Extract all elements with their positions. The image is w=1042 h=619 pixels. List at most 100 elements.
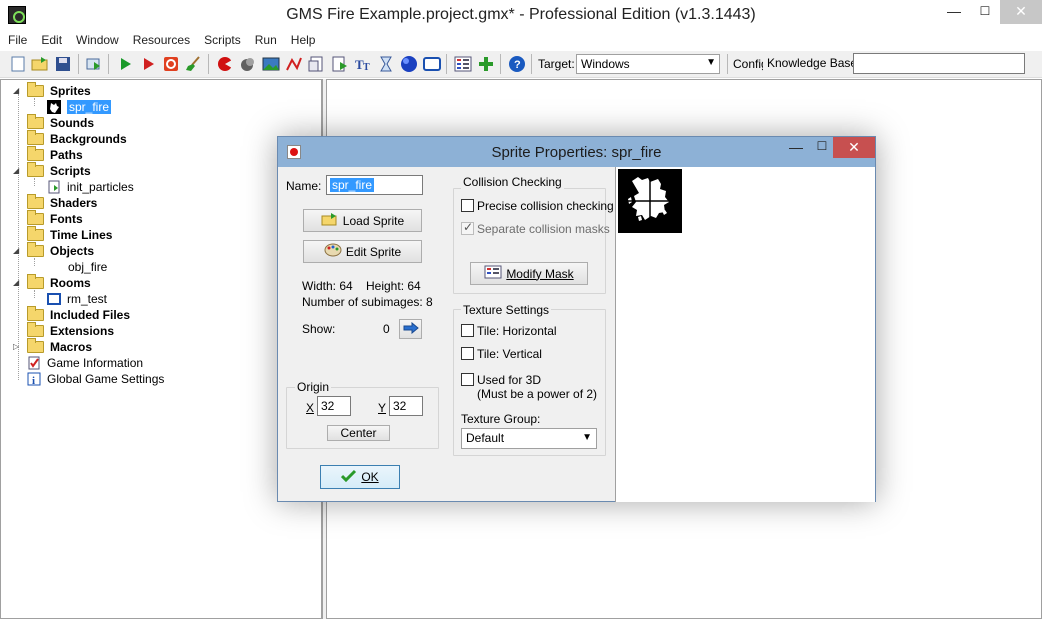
create-path-icon[interactable] xyxy=(285,55,303,73)
knowledge-base-search-input[interactable] xyxy=(853,53,1025,74)
dialog-titlebar[interactable]: Sprite Properties: spr_fire — ☐ ✕ xyxy=(278,137,875,167)
sprite-properties-dialog: Sprite Properties: spr_fire — ☐ ✕ Name: … xyxy=(277,136,876,502)
origin-y-field[interactable]: 32 xyxy=(389,396,423,416)
debug-game-icon[interactable] xyxy=(139,55,157,73)
center-origin-button[interactable]: Center xyxy=(327,425,390,441)
tree-folder-shaders[interactable]: Shaders xyxy=(13,194,97,211)
power-of-2-note: (Must be a power of 2) xyxy=(477,387,598,401)
modify-mask-button[interactable]: Modify Mask xyxy=(470,262,588,285)
tree-folder-rooms[interactable]: ◢ Rooms xyxy=(13,274,91,291)
texture-group-dropdown[interactable]: Default ▼ xyxy=(461,428,597,449)
tree-folder-extensions[interactable]: Extensions xyxy=(13,322,114,339)
tree-item-obj-fire[interactable]: obj_fire xyxy=(68,259,107,275)
create-shader-icon[interactable] xyxy=(331,55,349,73)
tree-item-label: spr_fire xyxy=(67,100,112,114)
resource-tree[interactable]: ◢ Sprites spr_fire Sounds Backgrounds Pa… xyxy=(0,79,322,619)
folder-icon xyxy=(27,338,44,353)
used-for-3d-label: Used for 3D xyxy=(477,373,542,387)
stop-icon[interactable] xyxy=(162,55,180,73)
modify-mask-label: Modify Mask xyxy=(506,266,574,281)
menu-file[interactable]: File xyxy=(0,31,33,51)
save-project-icon[interactable] xyxy=(54,55,72,73)
expanded-triangle-icon[interactable]: ◢ xyxy=(13,246,19,255)
origin-y-label: Y xyxy=(378,401,387,415)
dialog-maximize-button[interactable]: ☐ xyxy=(809,139,835,161)
new-project-icon[interactable] xyxy=(9,55,27,73)
next-subimage-button[interactable] xyxy=(399,319,422,339)
config-dropdown[interactable]: Config xyxy=(733,57,763,71)
tree-item-global-game-settings[interactable]: i Global Game Settings xyxy=(27,371,164,387)
tile-horizontal-label: Tile: Horizontal xyxy=(477,324,557,338)
dialog-close-button[interactable]: ✕ xyxy=(833,137,875,158)
tree-item-init-particles[interactable]: init_particles xyxy=(47,179,134,195)
load-sprite-button[interactable]: Load Sprite xyxy=(303,209,422,232)
folder-icon xyxy=(27,114,44,129)
tree-item-spr-fire[interactable]: spr_fire xyxy=(47,99,112,115)
origin-x-field[interactable]: 32 xyxy=(317,396,351,416)
open-project-icon[interactable] xyxy=(31,55,49,73)
expanded-triangle-icon[interactable]: ◢ xyxy=(13,86,19,95)
tree-folder-label: Included Files xyxy=(50,308,131,322)
create-script-icon[interactable] xyxy=(308,55,326,73)
target-dropdown[interactable]: Windows ▼ xyxy=(576,54,720,74)
create-font-icon[interactable]: TT xyxy=(354,55,372,73)
folder-icon xyxy=(27,226,44,241)
clean-icon[interactable] xyxy=(185,55,203,73)
menu-edit[interactable]: Edit xyxy=(33,31,68,51)
tree-folder-backgrounds[interactable]: Backgrounds xyxy=(13,130,127,147)
menu-help[interactable]: Help xyxy=(283,31,322,51)
ok-button[interactable]: OK xyxy=(320,465,400,489)
tree-folder-sounds[interactable]: Sounds xyxy=(13,114,94,131)
toolbar-separator xyxy=(108,54,109,74)
texture-group-label: Texture Group: xyxy=(461,412,541,426)
create-room-icon[interactable] xyxy=(423,55,441,73)
collapsed-triangle-icon[interactable]: ▷ xyxy=(13,342,19,351)
menu-window[interactable]: Window xyxy=(68,31,125,51)
info-icon: i xyxy=(27,372,41,387)
create-timeline-icon[interactable] xyxy=(377,55,395,73)
toolbar-separator xyxy=(531,54,532,74)
separate-masks-checkbox[interactable] xyxy=(461,220,474,235)
close-button[interactable]: ✕ xyxy=(1000,0,1042,24)
extension-packages-icon[interactable] xyxy=(477,55,495,73)
tree-folder-macros[interactable]: ▷ Macros xyxy=(13,338,92,355)
tree-folder-objects[interactable]: ◢ Objects xyxy=(13,242,94,259)
tree-folder-paths[interactable]: Paths xyxy=(13,146,83,163)
tile-vertical-checkbox[interactable] xyxy=(461,347,474,360)
create-sprite-icon[interactable] xyxy=(216,55,234,73)
edit-sprite-button[interactable]: Edit Sprite xyxy=(303,240,422,263)
maximize-button[interactable]: ☐ xyxy=(970,0,1000,24)
svg-text:i: i xyxy=(32,375,35,386)
dialog-minimize-button[interactable]: — xyxy=(783,139,809,161)
create-sound-icon[interactable] xyxy=(239,55,257,73)
global-game-settings-icon[interactable] xyxy=(454,55,472,73)
tree-folder-label: Sounds xyxy=(50,116,94,130)
sprite-name-field[interactable]: spr_fire xyxy=(326,175,423,195)
run-game-icon[interactable] xyxy=(116,55,134,73)
folder-open-icon xyxy=(27,274,44,289)
tree-item-game-information[interactable]: Game Information xyxy=(27,355,143,371)
load-sprite-label: Load Sprite xyxy=(342,213,405,228)
used-for-3d-checkbox[interactable] xyxy=(461,373,474,386)
chevron-down-icon: ▼ xyxy=(706,57,716,68)
tree-folder-sprites[interactable]: ◢ Sprites xyxy=(13,82,91,99)
precise-collision-checkbox[interactable] xyxy=(461,199,474,212)
minimize-button[interactable]: — xyxy=(940,0,968,24)
expanded-triangle-icon[interactable]: ◢ xyxy=(13,278,19,287)
toolbar-separator xyxy=(500,54,501,74)
create-background-icon[interactable] xyxy=(262,55,280,73)
tree-folder-fonts[interactable]: Fonts xyxy=(13,210,83,227)
tile-horizontal-checkbox[interactable] xyxy=(461,324,474,337)
tree-item-label: obj_fire xyxy=(68,260,108,274)
menu-run[interactable]: Run xyxy=(247,31,283,51)
tree-folder-scripts[interactable]: ◢ Scripts xyxy=(13,162,91,179)
help-icon[interactable]: ? xyxy=(508,55,526,73)
expanded-triangle-icon[interactable]: ◢ xyxy=(13,166,19,175)
create-object-icon[interactable] xyxy=(400,55,418,73)
create-executable-icon[interactable] xyxy=(85,55,103,73)
menu-resources[interactable]: Resources xyxy=(125,31,196,51)
tree-item-rm-test[interactable]: rm_test xyxy=(47,291,107,307)
tree-folder-time-lines[interactable]: Time Lines xyxy=(13,226,112,243)
menu-scripts[interactable]: Scripts xyxy=(196,31,247,51)
tree-folder-included-files[interactable]: Included Files xyxy=(13,306,131,323)
